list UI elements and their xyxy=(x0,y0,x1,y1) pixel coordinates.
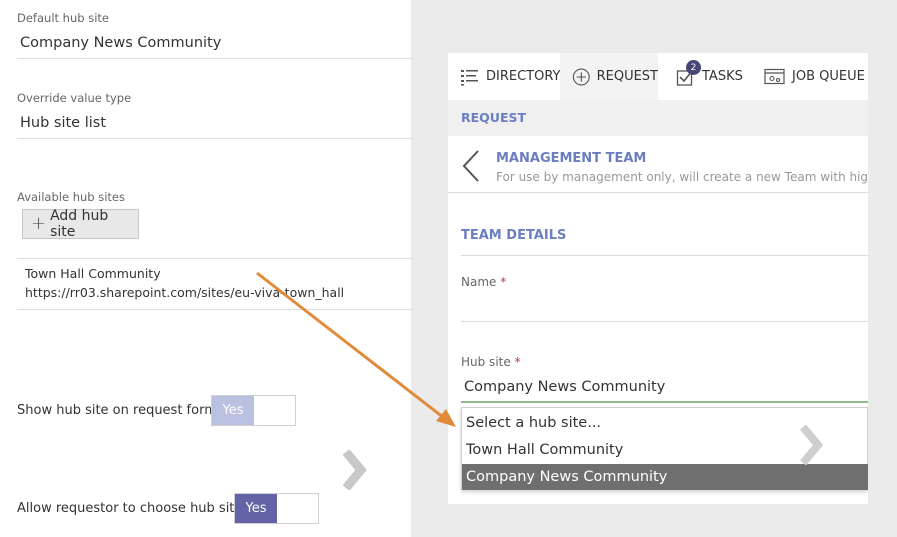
list-icon xyxy=(461,69,478,85)
tab-bar: DIRECTORY REQUEST 2 TASKS JOB QUEUE xyxy=(448,53,868,100)
add-hub-site-label: Add hub site xyxy=(50,208,109,240)
override-type-label: Override value type xyxy=(17,91,132,105)
app-preview-card: DIRECTORY REQUEST 2 TASKS JOB QUEUE REQU… xyxy=(448,53,868,504)
plus-circle-icon xyxy=(572,68,590,85)
tab-request[interactable]: REQUEST xyxy=(560,53,658,100)
default-hub-label: Default hub site xyxy=(17,11,109,25)
show-on-form-toggle[interactable]: Yes xyxy=(211,395,296,426)
plus-icon: + xyxy=(31,213,47,234)
template-description: For use by management only, will create … xyxy=(496,170,868,184)
job-queue-icon xyxy=(764,68,785,84)
hub-label-text: Hub site xyxy=(461,355,511,369)
divider xyxy=(17,309,411,310)
tab-label: DIRECTORY xyxy=(486,69,561,84)
available-hubs-label: Available hub sites xyxy=(17,190,126,204)
divider xyxy=(17,258,411,259)
team-details-title: TEAM DETAILS xyxy=(461,228,567,243)
tab-job-queue[interactable]: JOB QUEUE xyxy=(764,53,868,100)
settings-panel: Default hub site Company News Community … xyxy=(0,0,411,537)
divider xyxy=(17,58,411,59)
name-label-text: Name xyxy=(461,275,497,289)
divider xyxy=(17,138,411,139)
required-mark: * xyxy=(500,275,507,289)
hub-site-underline xyxy=(461,401,868,403)
name-field-label: Name * xyxy=(461,275,506,289)
section-header-strip: REQUEST xyxy=(448,100,868,136)
divider xyxy=(461,255,868,256)
toggle-yes: Yes xyxy=(235,494,277,523)
hub-site-url: https://rr03.sharepoint.com/sites/eu-viv… xyxy=(25,285,345,300)
override-type-field[interactable]: Hub site list xyxy=(20,115,106,131)
tasks-count-badge: 2 xyxy=(686,60,701,75)
hub-site-name[interactable]: Town Hall Community xyxy=(25,266,161,281)
toggle-yes: Yes xyxy=(212,396,254,425)
tab-tasks[interactable]: 2 TASKS xyxy=(676,53,756,100)
section-header: REQUEST xyxy=(461,110,527,125)
template-title: MANAGEMENT TEAM xyxy=(496,151,647,166)
add-hub-site-button[interactable]: + Add hub site xyxy=(22,208,139,240)
tab-label: REQUEST xyxy=(596,69,658,84)
default-hub-field[interactable]: Company News Community xyxy=(20,35,221,51)
name-input-underline xyxy=(461,321,868,322)
allow-choose-toggle[interactable]: Yes xyxy=(234,493,319,524)
tab-directory[interactable]: DIRECTORY xyxy=(460,53,568,100)
name-input[interactable] xyxy=(461,293,868,321)
dropdown-option-selected[interactable]: Company News Community xyxy=(462,464,868,490)
hub-site-select[interactable]: Company News Community xyxy=(464,379,665,395)
back-chevron-icon[interactable] xyxy=(461,149,481,183)
required-mark: * xyxy=(514,355,521,369)
chevron-right-icon xyxy=(800,425,824,465)
tab-label: TASKS xyxy=(702,69,743,84)
allow-choose-label: Allow requestor to choose hub site xyxy=(17,501,243,516)
show-on-form-label: Show hub site on request form xyxy=(17,403,217,418)
tab-label: JOB QUEUE xyxy=(792,69,865,84)
divider xyxy=(448,192,868,193)
chevron-right-icon xyxy=(343,450,367,490)
hub-site-field-label: Hub site * xyxy=(461,355,521,369)
